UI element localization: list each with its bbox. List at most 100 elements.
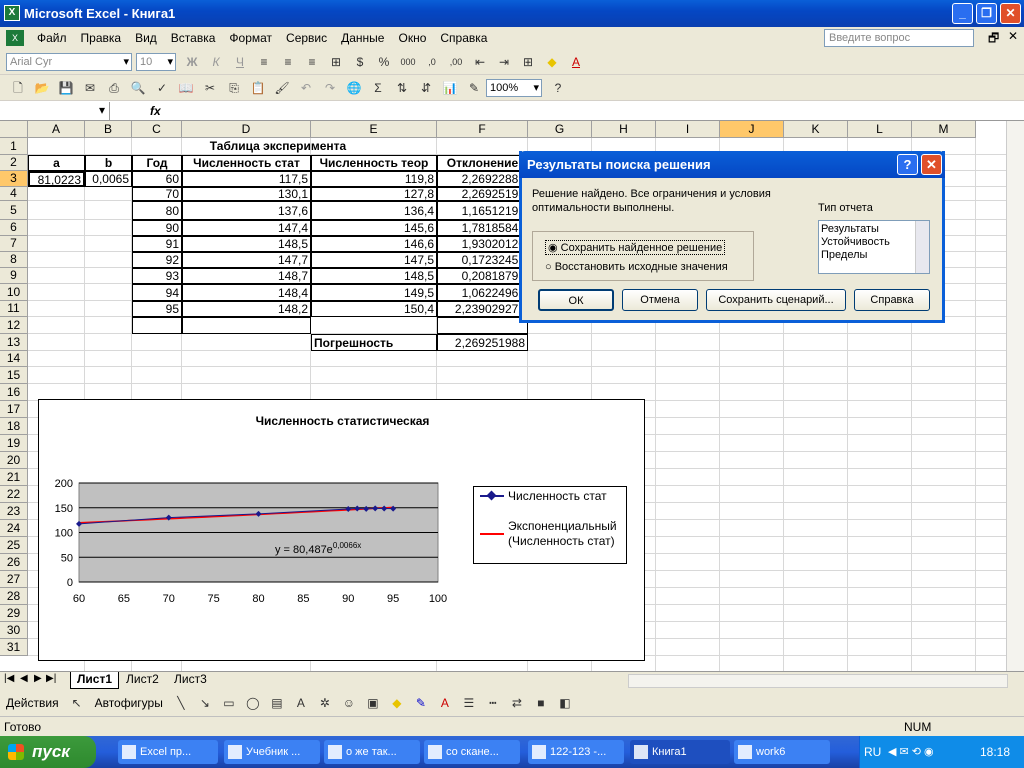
autosum-icon[interactable]: Σ — [368, 78, 388, 98]
row-header-27[interactable]: 27 — [0, 571, 28, 588]
tab-nav-last-icon[interactable]: ▶| — [46, 673, 56, 684]
row-header-22[interactable]: 22 — [0, 486, 28, 503]
stat-cell[interactable]: 148,4 — [182, 284, 311, 301]
percent-icon[interactable]: % — [374, 52, 394, 72]
tab-sheet2[interactable]: Лист2 — [122, 672, 163, 686]
menu-tools[interactable]: Сервис — [279, 31, 334, 45]
shadow-icon[interactable]: ■ — [531, 693, 551, 713]
year-cell[interactable]: 90 — [132, 220, 182, 236]
deviation-cell[interactable]: 1,78185848 — [437, 220, 528, 236]
menu-file[interactable]: Файл — [30, 31, 74, 45]
year-cell[interactable]: 95 — [132, 301, 182, 317]
vertical-scrollbar[interactable] — [1006, 121, 1024, 671]
row-header-12[interactable]: 12 — [0, 317, 28, 334]
format-painter-icon[interactable]: 🖌 — [272, 78, 292, 98]
tab-nav-first-icon[interactable]: |◀ — [4, 673, 14, 684]
fx-icon[interactable]: fx — [150, 104, 161, 118]
chart-area[interactable]: Численность статистическая 0 50 100 150 200 6… — [38, 399, 645, 661]
deviation-cell[interactable]: 1,16512192 — [437, 201, 528, 220]
stat-cell[interactable]: 117,5 — [182, 171, 311, 187]
task-work6[interactable]: work6 — [734, 740, 830, 764]
line-style-icon[interactable]: ☰ — [459, 693, 479, 713]
stat-cell[interactable]: 148,5 — [182, 236, 311, 252]
task-kniga1[interactable]: Книга1 — [630, 740, 730, 764]
bold-icon[interactable]: Ж — [182, 52, 202, 72]
arrow-icon[interactable]: ↘ — [195, 693, 215, 713]
fill-color-icon[interactable]: ◆ — [542, 52, 562, 72]
dialog-help-icon[interactable]: ? — [897, 154, 918, 175]
row-header-3[interactable]: 3 — [0, 171, 28, 187]
wordart-icon[interactable]: A — [291, 693, 311, 713]
excel-app-icon[interactable]: X — [4, 5, 20, 21]
row-header-17[interactable]: 17 — [0, 401, 28, 418]
col-header-E[interactable]: E — [311, 121, 437, 138]
tab-sheet1[interactable]: Лист1 — [70, 672, 120, 689]
research-icon[interactable]: 📖 — [176, 78, 196, 98]
tab-sheet3[interactable]: Лист3 — [170, 672, 211, 686]
italic-icon[interactable]: К — [206, 52, 226, 72]
stat-cell[interactable]: 137,6 — [182, 201, 311, 220]
task-excel-pr[interactable]: Excel пр... — [118, 740, 218, 764]
font-color-icon[interactable]: A — [566, 52, 586, 72]
year-cell[interactable]: 70 — [132, 187, 182, 201]
menu-data[interactable]: Данные — [334, 31, 391, 45]
redo-icon[interactable]: ↷ — [320, 78, 340, 98]
tray-lang[interactable]: RU — [864, 736, 881, 768]
font-select[interactable]: Arial Cyr — [6, 52, 132, 71]
year-cell[interactable]: 93 — [132, 268, 182, 284]
deviation-cell[interactable]: 1,93020120 — [437, 236, 528, 252]
font-size-select[interactable]: 10 — [136, 52, 176, 71]
menu-format[interactable]: Формат — [222, 31, 279, 45]
horizontal-scrollbar[interactable] — [628, 674, 1008, 688]
cancel-button[interactable]: Отмена — [622, 289, 698, 311]
row-header-26[interactable]: 26 — [0, 554, 28, 571]
report-list-scrollbar[interactable] — [915, 221, 929, 273]
col-header-M[interactable]: M — [912, 121, 976, 138]
deviation-cell[interactable]: 0,20818793 — [437, 268, 528, 284]
row-header-11[interactable]: 11 — [0, 301, 28, 317]
undo-icon[interactable]: ↶ — [296, 78, 316, 98]
row-header-28[interactable]: 28 — [0, 588, 28, 605]
underline-icon[interactable]: Ч — [230, 52, 250, 72]
doc-restore-icon[interactable]: 🗗 — [988, 29, 999, 50]
theor-cell[interactable]: 149,5 — [311, 284, 437, 301]
line-color-icon[interactable]: ✎ — [411, 693, 431, 713]
task-uchebnik[interactable]: Учебник ... — [224, 740, 320, 764]
col-header-F[interactable]: F — [437, 121, 528, 138]
theor-cell[interactable]: 145,6 — [311, 220, 437, 236]
decrease-decimal-icon[interactable]: ,00 — [446, 52, 466, 72]
row-header-6[interactable]: 6 — [0, 220, 28, 236]
stat-cell[interactable]: 147,7 — [182, 252, 311, 268]
zoom-select[interactable]: 100% — [486, 78, 542, 97]
align-left-icon[interactable]: ≡ — [254, 52, 274, 72]
oval-icon[interactable]: ◯ — [243, 693, 263, 713]
row-header-16[interactable]: 16 — [0, 384, 28, 401]
col-header-H[interactable]: H — [592, 121, 656, 138]
currency-icon[interactable]: $ — [350, 52, 370, 72]
tab-nav-next-icon[interactable]: ▶ — [34, 673, 42, 684]
deviation-cell[interactable]: 0,17232457 — [437, 252, 528, 268]
paste-icon[interactable]: 📋 — [248, 78, 268, 98]
header-cell[interactable]: Отклонение — [437, 155, 528, 171]
autoshapes-menu[interactable]: Автофигуры — [95, 696, 163, 710]
arrow-style-icon[interactable]: ⇄ — [507, 693, 527, 713]
col-header-G[interactable]: G — [528, 121, 592, 138]
font-color-draw-icon[interactable]: A — [435, 693, 455, 713]
radio-restore-values[interactable]: ○ Восстановить исходные значения — [545, 261, 728, 273]
year-cell[interactable]: 60 — [132, 171, 182, 187]
row-header-13[interactable]: 13 — [0, 334, 28, 351]
restore-button[interactable]: ❐ — [976, 3, 997, 24]
empty-cell[interactable] — [437, 317, 528, 334]
header-cell[interactable]: Год — [132, 155, 182, 171]
header-cell[interactable]: b — [85, 155, 132, 171]
cell-b-value[interactable]: 0,0065 — [85, 171, 132, 187]
theor-cell[interactable]: 119,8 — [311, 171, 437, 187]
col-header-B[interactable]: B — [85, 121, 132, 138]
theor-cell[interactable]: 127,8 — [311, 187, 437, 201]
header-cell[interactable]: Численность стат — [182, 155, 311, 171]
sort-desc-icon[interactable]: ⇵ — [416, 78, 436, 98]
row-header-20[interactable]: 20 — [0, 452, 28, 469]
deviation-cell[interactable]: 1,06224962 — [437, 284, 528, 301]
task-so-skane[interactable]: со скане... — [424, 740, 520, 764]
year-cell[interactable]: 91 — [132, 236, 182, 252]
